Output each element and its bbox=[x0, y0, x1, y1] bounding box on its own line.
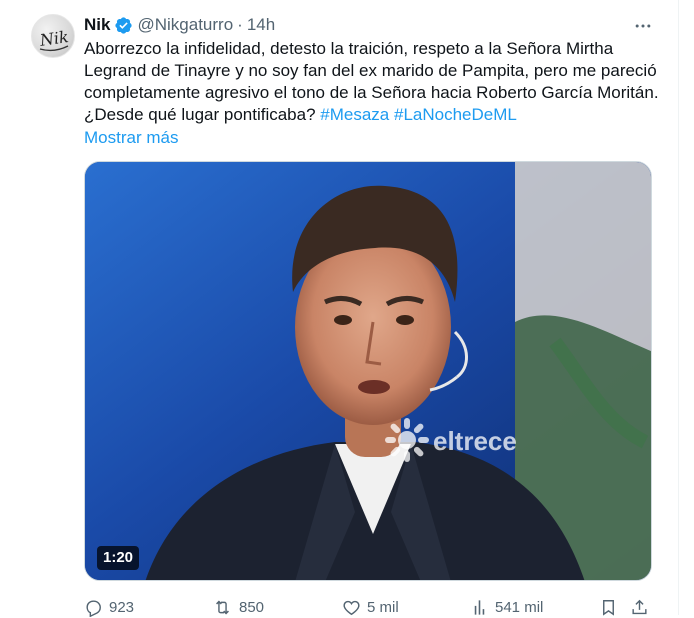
more-options-icon bbox=[635, 24, 651, 28]
hashtag-link[interactable]: #Mesaza bbox=[320, 105, 389, 124]
author-name[interactable]: Nik bbox=[84, 15, 110, 35]
hashtag-link[interactable]: #LaNocheDeML bbox=[394, 105, 517, 124]
retweet-count: 850 bbox=[239, 598, 265, 616]
avatar-logo-icon: Nik bbox=[38, 27, 70, 52]
video-player[interactable]: eltrece 1:20 bbox=[84, 161, 652, 581]
avatar-signature: Nik bbox=[38, 27, 70, 50]
views-chart-icon bbox=[474, 599, 485, 615]
heart-icon bbox=[343, 600, 360, 615]
more-options-button[interactable] bbox=[630, 13, 656, 39]
bookmark-icon bbox=[603, 599, 614, 616]
header-separator: · bbox=[237, 15, 243, 34]
tweet-text-fragment: ¿Desde qué lugar pontificaba? bbox=[84, 105, 316, 124]
show-more-link[interactable]: Mostrar más bbox=[84, 127, 178, 149]
tweet-text-line: Aborrezco la infidelidad, detesto la tra… bbox=[84, 39, 614, 58]
video-duration-badge: 1:20 bbox=[97, 546, 140, 570]
retweet-icon bbox=[216, 600, 229, 614]
tweet-text-line: ¿Desde qué lugar pontificaba? #Mesaza #L… bbox=[84, 104, 664, 126]
views-count: 541 mil bbox=[495, 598, 544, 616]
tweet-text-line: completamente agresivo el tono de la Señ… bbox=[84, 83, 659, 102]
author-handle[interactable]: @Nikgaturro bbox=[137, 15, 233, 35]
tweet-header: Nik @Nikgaturro · 14h bbox=[84, 13, 275, 37]
tweet-text: Aborrezco la infidelidad, detesto la tra… bbox=[84, 38, 664, 126]
share-icon bbox=[632, 599, 647, 614]
reply-icon bbox=[86, 599, 101, 617]
video-frame: eltrece bbox=[85, 162, 651, 580]
watermark-text: eltrece bbox=[433, 426, 517, 456]
tweet[interactable]: Nik Nik @Nikgaturro · 14h Aborrezco la i… bbox=[0, 0, 678, 617]
tweet-text-line: Legrand de Tinayre y no soy fan del ex m… bbox=[84, 61, 657, 80]
verified-badge-icon bbox=[115, 16, 133, 34]
column-divider bbox=[678, 0, 679, 615]
avatar[interactable]: Nik bbox=[31, 14, 75, 58]
tweet-timestamp[interactable]: 14h bbox=[247, 15, 275, 35]
reply-count: 923 bbox=[109, 598, 135, 616]
like-count: 5 mil bbox=[367, 598, 399, 616]
